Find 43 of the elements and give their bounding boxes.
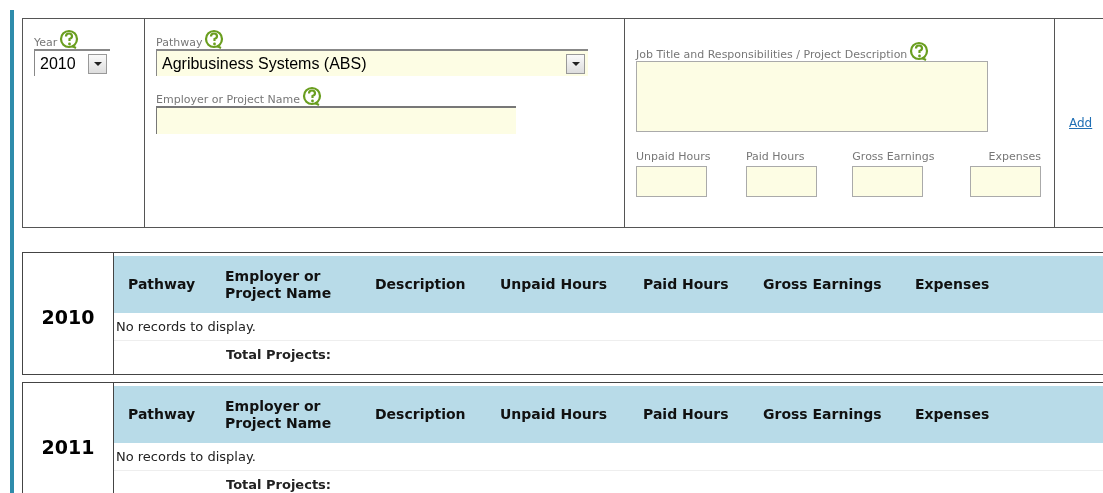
column-header: Pathway xyxy=(127,406,197,423)
total-label: Total Projects: xyxy=(226,477,332,492)
column-header: Description xyxy=(374,276,467,293)
dropdown-button[interactable] xyxy=(88,53,107,74)
column-header: Expenses xyxy=(914,406,991,423)
total-label: Total Projects: xyxy=(226,347,332,362)
caret-icon xyxy=(93,61,102,66)
column-header: Pathway xyxy=(127,276,197,293)
help-icon[interactable] xyxy=(204,29,225,49)
field-label: Paid Hours xyxy=(745,150,806,163)
dropdown-button[interactable] xyxy=(566,53,585,74)
add-link[interactable]: Add xyxy=(1069,116,1093,130)
help-icon[interactable] xyxy=(59,29,80,49)
column-header: Unpaid Hours xyxy=(499,406,609,423)
description-field[interactable] xyxy=(636,61,988,132)
field-label: Job Title and Responsibilities / Project Description xyxy=(636,48,908,61)
field-label: Expenses xyxy=(988,150,1041,163)
field-label: Year xyxy=(34,36,58,49)
employer-field[interactable] xyxy=(156,106,516,134)
column-header: Expenses xyxy=(914,276,991,293)
field-label: Pathway xyxy=(156,36,203,49)
caret-icon xyxy=(571,61,580,66)
column-header: Gross Earnings xyxy=(762,276,883,293)
help-icon[interactable] xyxy=(302,86,323,106)
empty-message: No records to display. xyxy=(116,449,256,464)
field-label: Unpaid Hours xyxy=(636,150,711,163)
column-header: Unpaid Hours xyxy=(499,276,609,293)
column-header: Paid Hours xyxy=(642,406,730,423)
help-icon[interactable] xyxy=(909,41,930,61)
column-header: Paid Hours xyxy=(642,276,730,293)
amount-field[interactable] xyxy=(745,166,817,197)
year-select[interactable]: 2010 xyxy=(34,49,110,76)
amount-field[interactable] xyxy=(969,166,1041,197)
pathway-select[interactable]: Agribusiness Systems (ABS) xyxy=(156,49,588,76)
field-label: Gross Earnings xyxy=(852,150,935,163)
column-header: Employer or Project Name xyxy=(224,267,333,302)
column-header: Description xyxy=(374,406,467,423)
empty-message: No records to display. xyxy=(116,319,256,334)
amount-field[interactable] xyxy=(852,166,924,197)
column-header: Employer or Project Name xyxy=(224,397,333,432)
field-label: Employer or Project Name xyxy=(156,93,301,106)
column-header: Gross Earnings xyxy=(762,406,883,423)
amount-field[interactable] xyxy=(636,166,707,197)
